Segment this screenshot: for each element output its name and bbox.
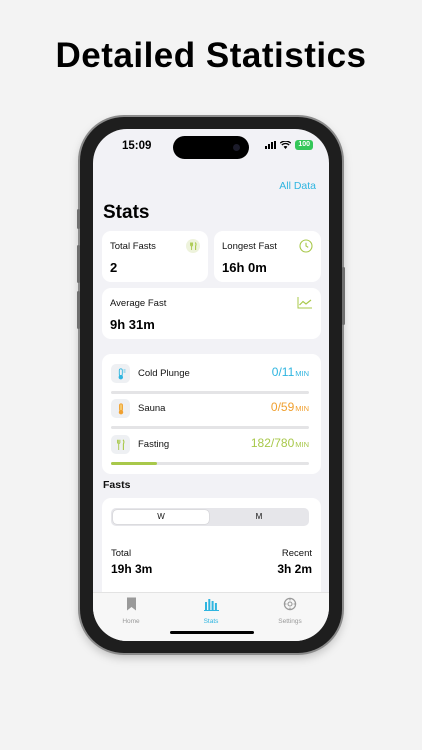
app-screen: 15:09 100 All Data Stats Total Fasts 2 L…: [93, 129, 329, 641]
chart-line-icon: [297, 297, 312, 309]
activity-progress-track: [111, 462, 309, 465]
status-icons: 100: [265, 140, 313, 150]
longest-fast-card[interactable]: Longest Fast 16h 0m: [214, 231, 321, 282]
activity-progress-track: [111, 426, 309, 429]
status-time: 15:09: [122, 140, 152, 152]
activity-name: Fasting: [138, 439, 170, 450]
average-fast-card[interactable]: Average Fast 9h 31m: [102, 288, 321, 339]
activity-name: Cold Plunge: [138, 368, 190, 379]
fork-knife-icon: [116, 438, 124, 450]
activity-row-sauna[interactable]: Sauna 0/59MIN: [111, 399, 309, 429]
thermometer-cold-icon: [118, 367, 125, 379]
fasts-section-title: Fasts: [103, 479, 131, 491]
volume-down-button: [77, 291, 80, 329]
tab-stats-label: Stats: [203, 618, 219, 625]
signal-icon: [265, 141, 277, 149]
average-fast-value: 9h 31m: [110, 317, 155, 332]
fork-knife-icon: [186, 239, 200, 253]
bookmark-icon: [126, 597, 136, 611]
segment-week[interactable]: W: [113, 510, 209, 524]
activity-count: 0/59MIN: [270, 400, 309, 414]
dynamic-island: [173, 136, 249, 159]
wifi-icon: [280, 141, 292, 149]
camera-icon: [233, 144, 240, 151]
segment-month[interactable]: M: [211, 510, 307, 524]
activity-progress-track: [111, 391, 309, 394]
average-fast-label: Average Fast: [110, 298, 167, 309]
clock-icon: [299, 239, 313, 253]
activity-row-cold-plunge[interactable]: Cold Plunge 0/11MIN: [111, 364, 309, 394]
total-fasts-value: 2: [110, 260, 118, 275]
activities-card: Cold Plunge 0/11MIN Sauna 0/59MIN Fastin…: [102, 354, 321, 474]
bar-chart-icon: [203, 599, 219, 611]
longest-fast-label: Longest Fast: [222, 241, 277, 252]
tab-settings-label: Settings: [278, 618, 302, 625]
fasts-total-label: Total: [111, 548, 132, 559]
tab-home-label: Home: [122, 618, 140, 625]
activity-name: Sauna: [138, 403, 166, 414]
action-button: [77, 209, 80, 229]
total-fasts-card[interactable]: Total Fasts 2: [102, 231, 208, 282]
phone-frame: 15:09 100 All Data Stats Total Fasts 2 L…: [77, 117, 345, 653]
fasts-recent-value: 3h 2m: [277, 562, 312, 576]
fasts-total-value: 19h 3m: [111, 562, 153, 576]
tab-settings[interactable]: Settings: [260, 597, 320, 625]
thermometer-hot-icon: [118, 402, 123, 414]
volume-up-button: [77, 245, 80, 283]
gear-icon: [283, 597, 297, 611]
activity-progress-fill: [111, 462, 158, 465]
all-data-link[interactable]: All Data: [279, 180, 316, 192]
fasts-recent-label: Recent: [281, 548, 312, 559]
battery-indicator: 100: [295, 140, 313, 150]
tab-stats[interactable]: Stats: [181, 597, 241, 625]
activity-count: 182/780MIN: [250, 436, 309, 450]
longest-fast-value: 16h 0m: [222, 260, 267, 275]
activity-count: 0/11MIN: [271, 365, 309, 379]
period-segmented-control: W M: [111, 508, 309, 526]
power-button: [342, 267, 345, 325]
activity-row-fasting[interactable]: Fasting 182/780MIN: [111, 435, 309, 465]
page-title: Stats: [103, 202, 150, 223]
total-fasts-label: Total Fasts: [110, 241, 156, 252]
page-headline: Detailed Statistics: [55, 36, 367, 75]
tab-home[interactable]: Home: [101, 597, 161, 625]
home-indicator: [170, 631, 254, 634]
